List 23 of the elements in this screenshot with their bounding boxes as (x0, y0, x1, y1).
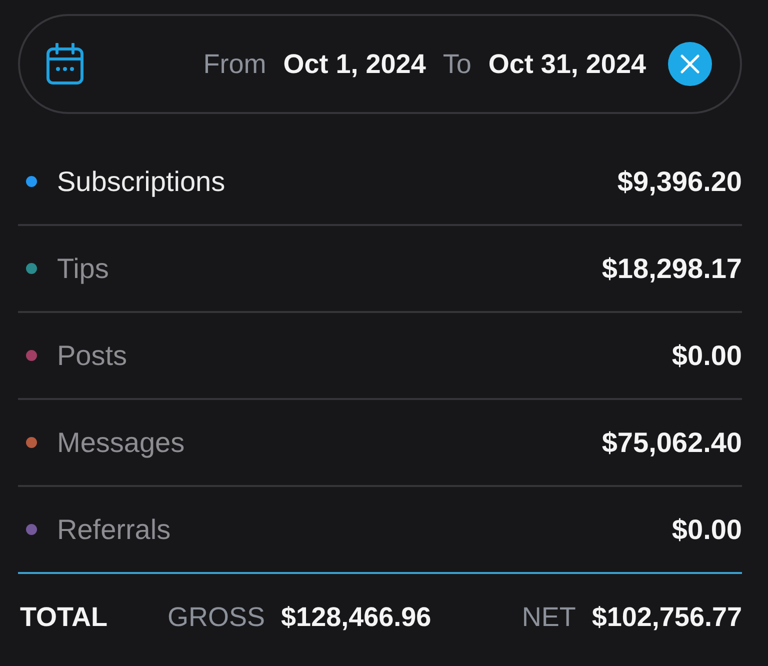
net-label: NET (522, 602, 576, 632)
category-amount: $0.00 (672, 340, 742, 372)
category-amount: $18,298.17 (602, 252, 742, 284)
category-label[interactable]: Subscriptions (57, 166, 226, 198)
date-range-field[interactable]: From Oct 1, 2024 To Oct 31, 2024 (18, 14, 742, 114)
gross-label: GROSS (168, 602, 266, 632)
to-label: To (442, 48, 472, 80)
category-label[interactable]: Posts (57, 340, 128, 372)
close-icon (680, 54, 700, 74)
category-amount: $0.00 (672, 514, 742, 546)
gross-amount: $128,466.96 (281, 602, 432, 632)
calendar-icon[interactable] (46, 43, 84, 85)
category-label[interactable]: Messages (57, 426, 185, 458)
net-amount: $102,756.77 (592, 602, 742, 632)
category-amount: $75,062.40 (602, 426, 742, 458)
from-date[interactable]: Oct 1, 2024 (283, 48, 426, 80)
category-label[interactable]: Referrals (57, 514, 171, 546)
category-label[interactable]: Tips (57, 252, 109, 284)
category-amount: $9,396.20 (617, 166, 742, 198)
total-label: TOTAL (20, 602, 108, 632)
from-label: From (203, 48, 266, 80)
clear-button[interactable] (668, 42, 712, 86)
to-date[interactable]: Oct 31, 2024 (488, 48, 646, 80)
